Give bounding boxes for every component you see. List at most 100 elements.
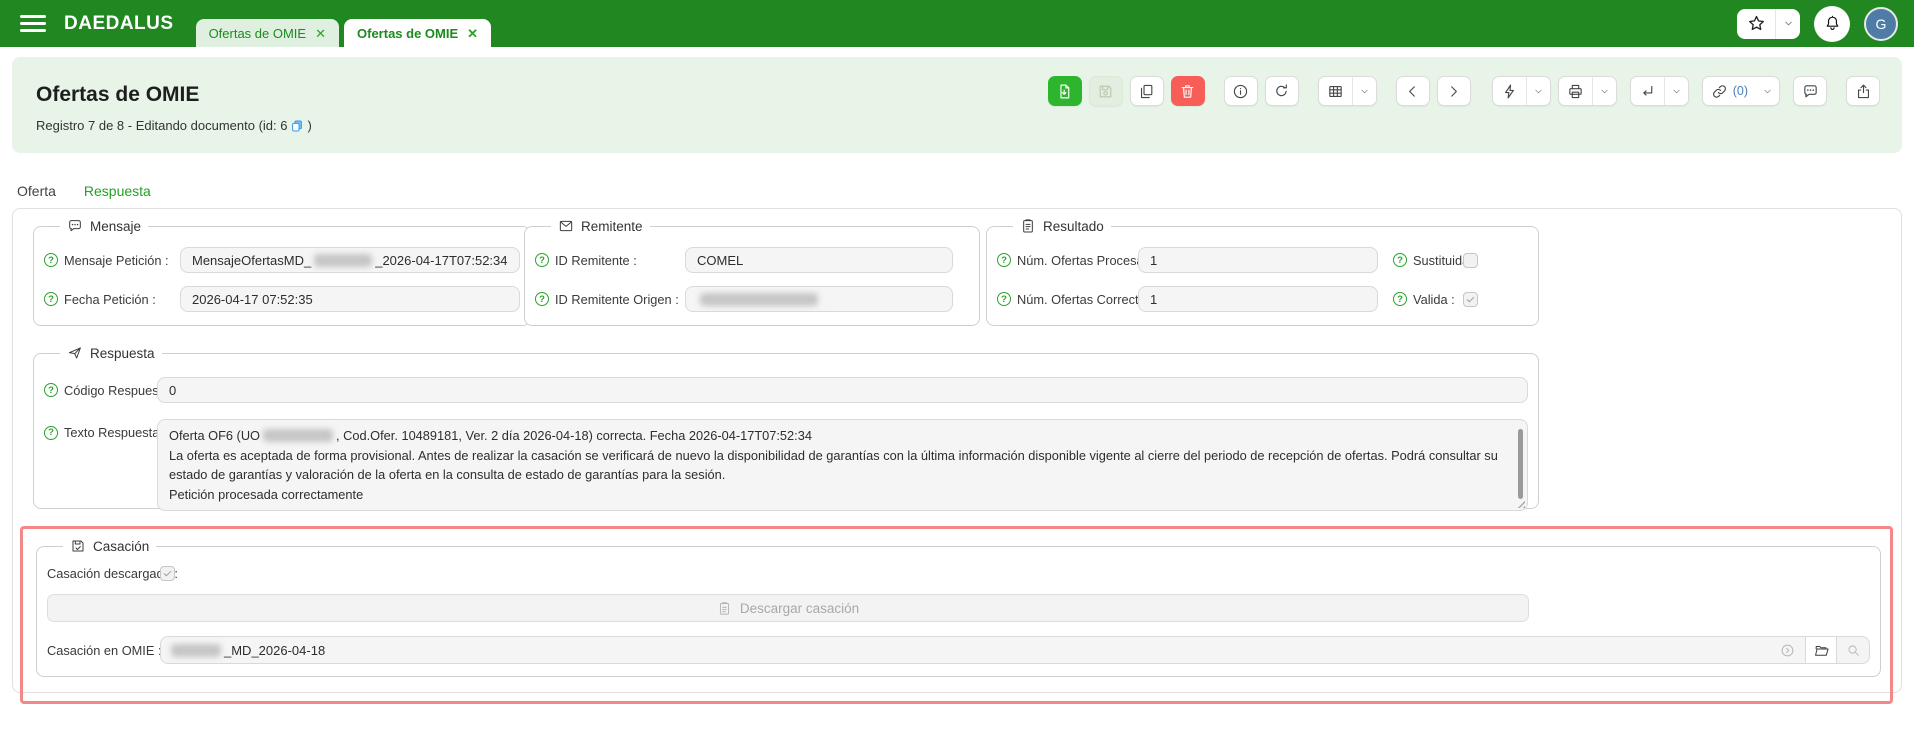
help-icon[interactable]: ?: [997, 253, 1011, 267]
message-bubble-icon: [67, 218, 83, 234]
texto-respuesta-textarea[interactable]: Oferta OF6 (UO, Cod.Ofer. 10489181, Ver.…: [157, 419, 1528, 511]
lightning-icon[interactable]: [1493, 77, 1526, 105]
texto-respuesta-line: Oferta OF6 (UO, Cod.Ofer. 10489181, Ver.…: [169, 426, 1505, 446]
record-status: Registro 7 de 8 - Editando documento (id…: [36, 118, 312, 133]
help-icon[interactable]: ?: [535, 253, 549, 267]
print-split-button[interactable]: [1558, 76, 1617, 106]
window-tab[interactable]: Ofertas de OMIE ✕: [196, 19, 339, 47]
num-ofertas-correctas-input[interactable]: 1: [1138, 286, 1378, 312]
tab-oferta[interactable]: Oferta: [14, 183, 59, 211]
printer-icon[interactable]: [1559, 77, 1592, 105]
comments-button[interactable]: [1793, 76, 1827, 106]
clipboard-icon: [717, 601, 732, 616]
table-view-split-button[interactable]: [1318, 76, 1377, 106]
chevron-down-icon[interactable]: [1665, 77, 1688, 105]
goto-split-button[interactable]: [1630, 76, 1689, 106]
avatar[interactable]: G: [1864, 7, 1898, 41]
legend-text: Resultado: [1043, 219, 1104, 234]
field-value: 2026-04-17 07:52:35: [192, 292, 313, 307]
open-folder-button[interactable]: [1806, 636, 1837, 664]
section-remitente: Remitente ? ID Remitente : COMEL ? ID Re…: [524, 218, 980, 326]
valida-checkbox[interactable]: [1463, 292, 1478, 307]
codigo-respuesta-input[interactable]: 0: [157, 377, 1528, 403]
section-respuesta-legend: Respuesta: [60, 345, 162, 361]
chevron-down-icon[interactable]: [1776, 9, 1800, 39]
record-status-text: Registro 7 de 8 - Editando documento (id…: [36, 118, 287, 133]
favorites-split-button[interactable]: [1737, 9, 1800, 39]
return-icon[interactable]: [1631, 77, 1664, 105]
floppy-icon: [1097, 83, 1114, 100]
casacion-descargada-checkbox[interactable]: [160, 566, 175, 581]
mensaje-peticion-input[interactable]: MensajeOfertasMD__2026-04-17T07:52:34: [180, 247, 520, 273]
refresh-icon: [1273, 83, 1290, 100]
chevron-down-icon[interactable]: [1756, 77, 1779, 105]
copy-id-icon[interactable]: [290, 119, 304, 133]
help-icon[interactable]: ?: [44, 292, 58, 306]
refresh-button[interactable]: [1265, 76, 1299, 106]
chevron-down-icon[interactable]: [1527, 77, 1550, 105]
tab-label: Oferta: [17, 183, 56, 208]
info-button[interactable]: [1224, 76, 1258, 106]
tab-respuesta[interactable]: Respuesta: [81, 183, 154, 211]
sustituida-checkbox[interactable]: [1463, 253, 1478, 268]
check-icon: [162, 568, 173, 579]
help-icon[interactable]: ?: [1393, 253, 1407, 267]
window-tab-label: Ofertas de OMIE: [357, 26, 458, 41]
help-icon[interactable]: ?: [997, 292, 1011, 306]
duplicate-button[interactable]: [1130, 76, 1164, 106]
chevron-down-icon[interactable]: [1353, 77, 1376, 105]
actions-split-button[interactable]: [1492, 76, 1551, 106]
casacion-omie-input[interactable]: _MD_2026-04-18: [160, 636, 1806, 664]
field-value: _MD_2026-04-18: [224, 643, 325, 658]
texto-respuesta-line: Petición procesada correctamente: [169, 485, 1505, 505]
fecha-peticion-input[interactable]: 2026-04-17 07:52:35: [180, 286, 520, 312]
share-button[interactable]: [1846, 76, 1880, 106]
section-casacion: Casación Casación descargada : Descargar…: [36, 538, 1881, 677]
chevron-circle-icon[interactable]: [1780, 643, 1795, 658]
page-title: Ofertas de OMIE: [36, 83, 199, 107]
help-icon[interactable]: ?: [44, 383, 58, 397]
notifications-button[interactable]: [1814, 6, 1850, 42]
search-button[interactable]: [1837, 636, 1870, 664]
next-record-button[interactable]: [1437, 76, 1471, 106]
field-label: Casación descargada :: [47, 566, 178, 581]
copy-icon: [1138, 83, 1155, 100]
search-icon: [1846, 643, 1861, 658]
help-icon[interactable]: ?: [44, 253, 58, 267]
star-icon[interactable]: [1737, 9, 1775, 39]
send-icon: [67, 345, 83, 361]
section-resultado-legend: Resultado: [1013, 218, 1111, 234]
id-remitente-input[interactable]: COMEL: [685, 247, 953, 273]
chevron-down-icon[interactable]: [1593, 77, 1616, 105]
field-value: 1: [1150, 292, 1157, 307]
close-icon[interactable]: ✕: [315, 27, 326, 40]
field-label: Fecha Petición :: [64, 292, 156, 307]
grid-icon[interactable]: [1319, 77, 1352, 105]
links-button[interactable]: (0): [1702, 76, 1780, 106]
texto-respuesta-line: La oferta es aceptada de forma provision…: [169, 446, 1505, 485]
window-tabstrip: Ofertas de OMIE ✕ Ofertas de OMIE ✕: [196, 19, 492, 47]
previous-record-button[interactable]: [1396, 76, 1430, 106]
menu-icon[interactable]: [20, 15, 46, 32]
help-icon[interactable]: ?: [535, 292, 549, 306]
envelope-icon: [558, 218, 574, 234]
redacted-text: [314, 254, 372, 267]
num-ofertas-procesadas-input[interactable]: 1: [1138, 247, 1378, 273]
close-icon[interactable]: ✕: [467, 27, 478, 40]
help-icon[interactable]: ?: [44, 426, 58, 440]
help-icon[interactable]: ?: [1393, 292, 1407, 306]
delete-button[interactable]: [1171, 76, 1205, 106]
resize-handle[interactable]: [1515, 498, 1525, 508]
field-label: ID Remitente Origen :: [555, 292, 679, 307]
descargar-casacion-button[interactable]: Descargar casación: [47, 594, 1529, 622]
scrollbar[interactable]: [1518, 429, 1523, 499]
window-tab-active[interactable]: Ofertas de OMIE ✕: [344, 19, 491, 47]
new-document-button[interactable]: [1048, 76, 1082, 106]
link-icon[interactable]: (0): [1703, 77, 1756, 105]
id-remitente-origen-input[interactable]: [685, 286, 953, 312]
chevron-right-icon: [1445, 83, 1462, 100]
form-tabs: Oferta Respuesta: [14, 183, 154, 211]
button-label: Descargar casación: [740, 601, 859, 616]
record-status-text: ): [307, 118, 311, 133]
field-value: _2026-04-17T07:52:34: [375, 253, 507, 268]
